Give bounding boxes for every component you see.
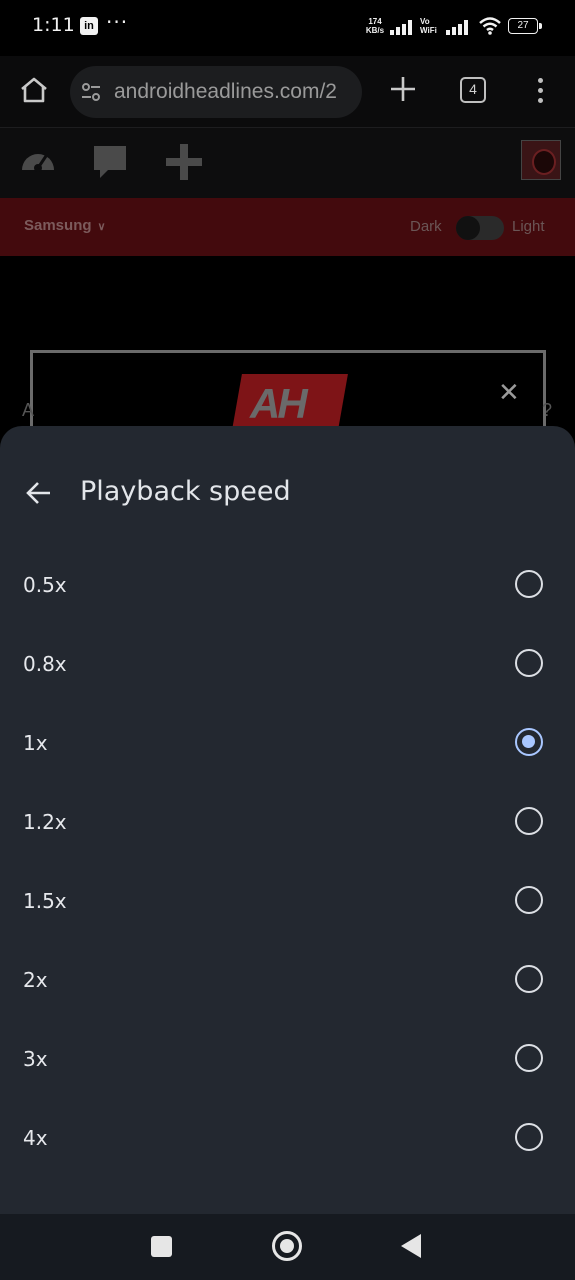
- status-time: 1:11: [32, 14, 75, 36]
- brand-dropdown[interactable]: Samsung ∨: [24, 217, 106, 234]
- system-nav-bar: [0, 1214, 575, 1280]
- side-text-right: ?: [542, 400, 553, 420]
- speed-option-0.5x[interactable]: 0.5x: [0, 546, 575, 625]
- add-icon[interactable]: [162, 140, 206, 184]
- vowifi-top: Vo: [420, 17, 430, 26]
- more-notifications-icon: ···: [106, 10, 129, 34]
- brand-dropdown-label: Samsung: [24, 217, 92, 234]
- more-menu-icon[interactable]: [530, 74, 550, 108]
- theme-dark-label: Dark: [410, 218, 442, 235]
- vowifi-indicator: Vo WiFi: [420, 17, 437, 35]
- theme-toggle[interactable]: [456, 216, 504, 240]
- wifi-icon: [479, 17, 501, 35]
- home-nav-icon[interactable]: [272, 1231, 302, 1261]
- radio-button[interactable]: [515, 1123, 543, 1151]
- speed-option-2x[interactable]: 2x: [0, 941, 575, 1020]
- speed-option-label: 0.5x: [23, 573, 67, 597]
- speedometer-icon[interactable]: [16, 140, 60, 184]
- url-text[interactable]: androidheadlines.com/2: [114, 80, 337, 104]
- speed-option-label: 1.5x: [23, 889, 67, 913]
- speed-option-label: 4x: [23, 1126, 48, 1150]
- speed-option-label: 2x: [23, 968, 48, 992]
- speed-option-label: 1x: [23, 731, 48, 755]
- linkedin-icon: in: [80, 17, 98, 35]
- status-bar: 1:11 in ··· 174 KB/s Vo WiFi 27: [0, 0, 575, 56]
- vowifi-bottom: WiFi: [420, 26, 437, 35]
- speed-option-1.2x[interactable]: 1.2x: [0, 783, 575, 862]
- speed-option-4x[interactable]: 4x: [0, 1099, 575, 1178]
- radio-button[interactable]: [515, 649, 543, 677]
- signal-strength-2-icon: [446, 19, 472, 35]
- theme-light-label: Light: [512, 218, 545, 235]
- comments-icon[interactable]: [88, 140, 132, 184]
- back-arrow-icon[interactable]: [24, 478, 54, 508]
- speed-option-3x[interactable]: 3x: [0, 1020, 575, 1099]
- radio-button[interactable]: [515, 1044, 543, 1072]
- radio-button[interactable]: [515, 807, 543, 835]
- home-icon[interactable]: [18, 74, 50, 106]
- browser-toolbar: androidheadlines.com/2 4: [0, 56, 575, 128]
- side-text-left: A: [22, 400, 35, 420]
- radio-button-selected[interactable]: [515, 728, 543, 756]
- speed-option-0.8x[interactable]: 0.8x: [0, 625, 575, 704]
- ad-close-icon[interactable]: ✕: [498, 378, 520, 408]
- radio-button[interactable]: [515, 965, 543, 993]
- battery-icon: 27: [508, 18, 542, 34]
- sheet-title: Playback speed: [80, 476, 291, 507]
- ad-logo: AH: [250, 380, 308, 427]
- recents-icon[interactable]: [151, 1236, 172, 1257]
- new-tab-icon[interactable]: [386, 72, 420, 106]
- speed-option-1.5x[interactable]: 1.5x: [0, 862, 575, 941]
- back-nav-icon[interactable]: [401, 1234, 421, 1258]
- radio-button[interactable]: [515, 570, 543, 598]
- speed-option-label: 3x: [23, 1047, 48, 1071]
- playback-speed-sheet: Playback speed 0.5x 0.8x 1x 1.2x 1.5x 2x…: [0, 426, 575, 1214]
- site-toolbar: [0, 128, 575, 198]
- chevron-down-icon: ∨: [97, 221, 106, 233]
- avatar[interactable]: [521, 140, 561, 180]
- tab-switcher-button[interactable]: 4: [460, 77, 486, 103]
- speed-option-label: 1.2x: [23, 810, 67, 834]
- speed-option-label: 0.8x: [23, 652, 67, 676]
- url-bar[interactable]: androidheadlines.com/2: [70, 66, 362, 118]
- radio-button[interactable]: [515, 886, 543, 914]
- site-category-bar: Samsung ∨ Dark Light: [0, 198, 575, 256]
- network-speed-unit: KB/s: [365, 26, 385, 35]
- network-speed-value: 174: [368, 17, 382, 26]
- speed-option-1x[interactable]: 1x: [0, 704, 575, 783]
- network-speed: 174 KB/s: [364, 17, 386, 35]
- signal-strength-icon: [390, 19, 416, 35]
- site-settings-icon[interactable]: [80, 81, 102, 103]
